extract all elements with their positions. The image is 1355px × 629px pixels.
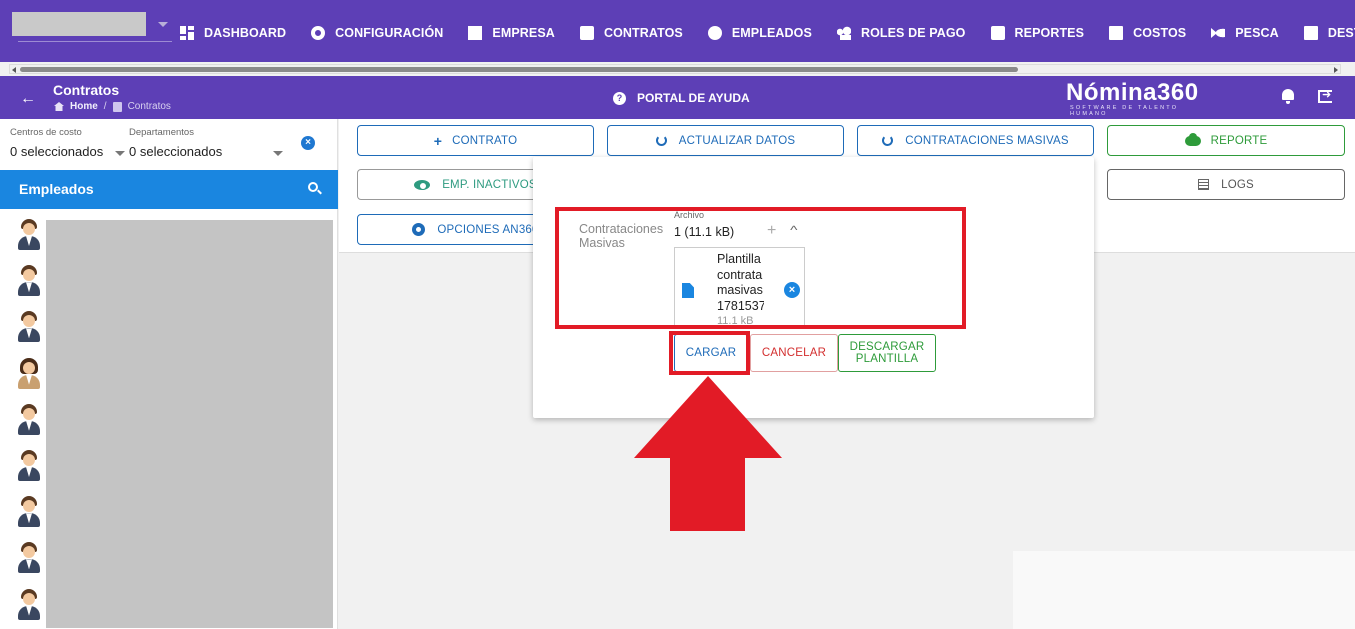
fish-icon <box>1211 26 1226 40</box>
eye-icon <box>414 179 431 190</box>
scroll-right-arrow-icon[interactable] <box>1334 67 1338 73</box>
chevron-down-icon <box>158 22 168 27</box>
breadcrumb: Home / Contratos <box>54 101 171 112</box>
top-navigation: DASHBOARD CONFIGURACIÓN EMPRESA CONTRATO… <box>0 0 1355 62</box>
add-contract-button[interactable]: + CONTRATO <box>357 125 594 156</box>
logout-icon[interactable] <box>1318 88 1332 103</box>
gear-icon <box>412 223 426 236</box>
employee-avatar[interactable] <box>17 542 41 574</box>
download-template-button[interactable]: DESCARGAR PLANTILLA <box>838 334 936 372</box>
clipboard-icon <box>112 101 122 112</box>
clipboard-icon <box>579 26 594 40</box>
highlight-box-upload-button <box>669 331 750 375</box>
nav-costos[interactable]: COSTOS <box>1109 26 1186 40</box>
scrollbar-thumb[interactable] <box>20 67 1018 72</box>
nav-destajo[interactable]: DESTAJO <box>1303 26 1355 40</box>
employee-avatar[interactable] <box>17 219 41 251</box>
plus-icon: + <box>433 132 443 149</box>
page-title: Contratos <box>53 82 120 98</box>
clear-filters-icon[interactable]: × <box>301 136 315 150</box>
document-icon <box>1303 26 1318 40</box>
department-filter[interactable]: Departamentos 0 seleccionados <box>129 127 287 172</box>
gear-icon <box>311 26 326 40</box>
breadcrumb-separator: / <box>103 101 107 112</box>
company-select[interactable] <box>12 12 172 42</box>
list-icon <box>1198 179 1210 190</box>
help-portal-link[interactable]: ? PORTAL DE AYUDA <box>613 91 750 105</box>
invoice-icon <box>1109 26 1124 40</box>
employee-names-redacted <box>46 220 333 628</box>
cloud-download-icon <box>1184 132 1201 146</box>
cancel-button[interactable]: CANCELAR <box>750 334 838 372</box>
chevron-down-icon <box>115 151 125 156</box>
nav-pesca[interactable]: PESCA <box>1211 26 1279 40</box>
breadcrumb-current: Contratos <box>127 101 171 112</box>
nav-empresa[interactable]: EMPRESA <box>468 26 555 40</box>
logs-button[interactable]: LOGS <box>1107 169 1345 200</box>
report-button[interactable]: REPORTE <box>1107 125 1345 156</box>
refresh-data-button[interactable]: ACTUALIZAR DATOS <box>607 125 844 156</box>
employees-header: Empleados <box>0 170 338 209</box>
home-icon <box>54 102 64 111</box>
refresh-icon <box>655 135 667 146</box>
dashboard-icon <box>180 26 194 40</box>
employee-avatar[interactable] <box>17 357 41 390</box>
cost-center-filter[interactable]: Centros de costo 0 seleccionados <box>10 127 125 172</box>
highlight-box-upload-field <box>555 207 966 329</box>
scroll-left-arrow-icon[interactable] <box>12 67 16 73</box>
nav-configuracion[interactable]: CONFIGURACIÓN <box>311 26 443 40</box>
help-icon: ? <box>613 91 626 105</box>
left-panel: Centros de costo 0 seleccionados Departa… <box>0 119 338 629</box>
horizontal-scrollbar[interactable] <box>9 64 1341 74</box>
employee-avatar[interactable] <box>17 496 41 528</box>
employee-avatar[interactable] <box>17 450 41 482</box>
nav-empleados[interactable]: EMPLEADOS <box>707 26 812 40</box>
refresh-icon <box>882 135 894 146</box>
clipboard-icon <box>990 26 1005 40</box>
nav-roles-de-pago[interactable]: ROLES DE PAGO <box>836 26 966 40</box>
back-arrow-icon[interactable]: ← <box>20 90 36 108</box>
users-icon <box>836 26 851 40</box>
employee-avatar[interactable] <box>17 588 41 621</box>
page-header: ← Contratos Home / Contratos ? PORTAL DE… <box>0 76 1355 119</box>
bell-icon[interactable] <box>1281 89 1295 104</box>
search-icon[interactable] <box>308 182 318 192</box>
employee-avatar[interactable] <box>17 403 41 436</box>
nav-dashboard[interactable]: DASHBOARD <box>180 26 286 40</box>
chevron-down-icon <box>273 151 283 156</box>
bulk-hiring-button[interactable]: CONTRATACIONES MASIVAS <box>857 125 1094 156</box>
nav-contratos[interactable]: CONTRATOS <box>579 26 683 40</box>
brand-logo: Nómina360 SOFTWARE DE TALENTO HUMANO <box>1066 79 1199 117</box>
building-icon <box>468 26 483 40</box>
company-name-redacted <box>12 12 146 36</box>
breadcrumb-home[interactable]: Home <box>70 101 98 112</box>
annotation-arrow-up <box>634 376 782 531</box>
employee-avatar[interactable] <box>17 311 41 343</box>
face-icon <box>707 26 722 40</box>
employee-avatar[interactable] <box>17 265 41 297</box>
nav-reportes[interactable]: REPORTES <box>990 26 1085 40</box>
